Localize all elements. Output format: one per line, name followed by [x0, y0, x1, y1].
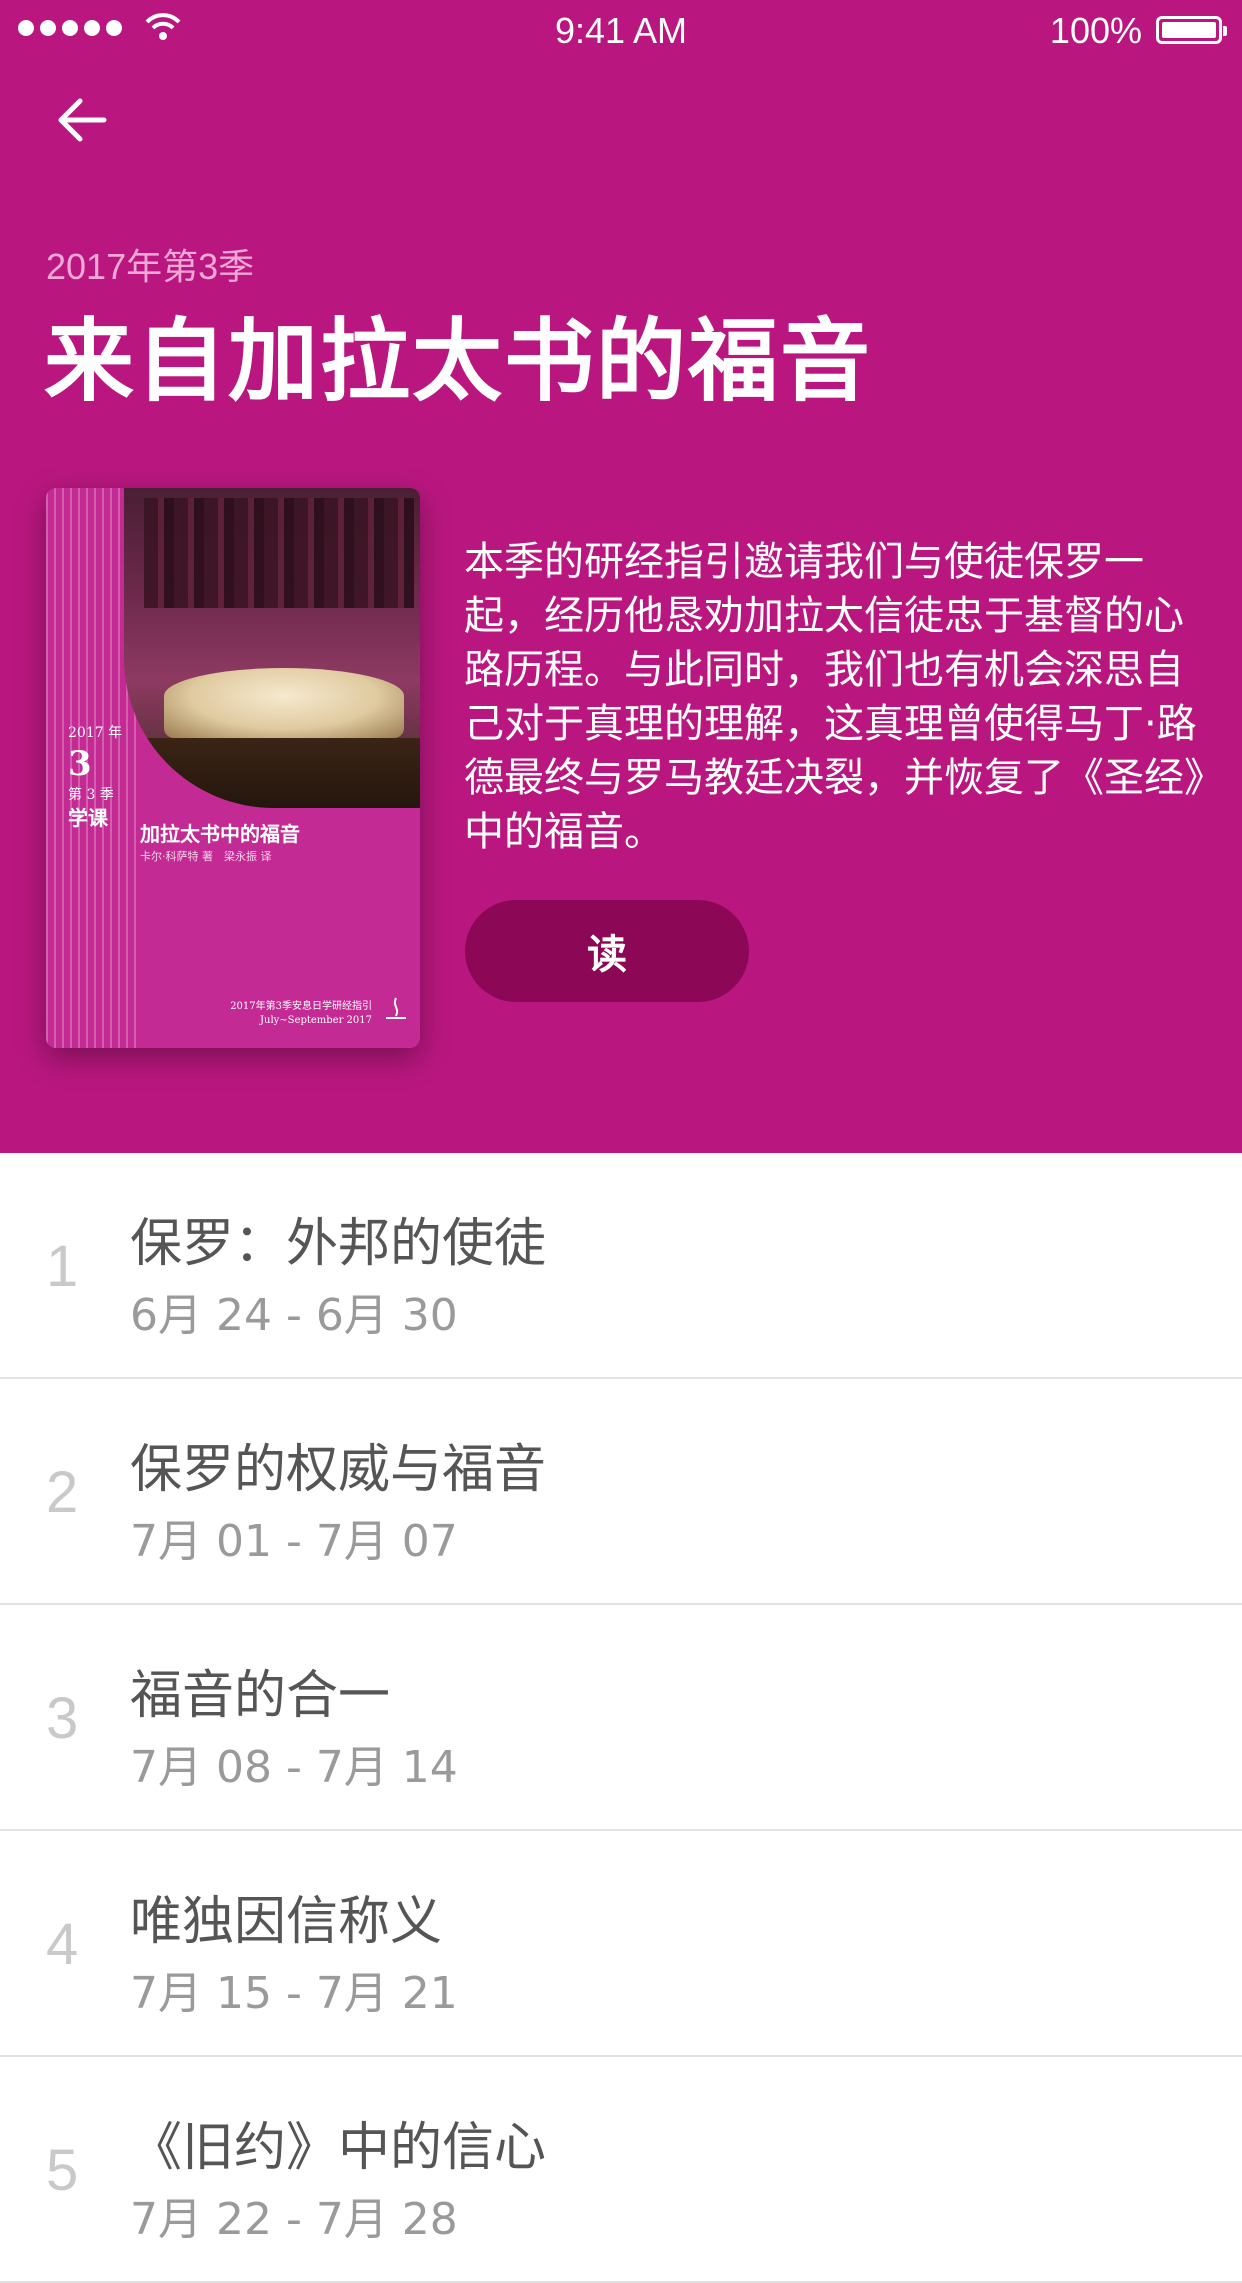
back-arrow-icon[interactable] — [52, 90, 112, 150]
lesson-number: 4 — [46, 1912, 79, 1977]
lesson-item[interactable]: 2 保罗的权威与福音 7月 01 - 7月 07 — [0, 1379, 1242, 1605]
lesson-dates: 7月 15 - 7月 21 — [130, 1968, 458, 2019]
lesson-number: 1 — [46, 1234, 79, 1299]
cover-footer-en: July~September 2017 — [260, 1015, 372, 1026]
cover-authors: 卡尔·科萨特 著 梁永振 译 — [140, 850, 272, 863]
lesson-item[interactable]: 3 福音的合一 7月 08 - 7月 14 — [0, 1605, 1242, 1831]
church-logo-icon — [386, 997, 406, 1019]
cover-photo — [124, 488, 420, 808]
cover-footer-cn: 2017年第3季安息日学研经指引 — [230, 1001, 372, 1012]
lesson-dates: 7月 22 - 7月 28 — [130, 2194, 458, 2245]
battery-icon — [1156, 16, 1227, 44]
quarter-label: 2017年第3季 — [46, 246, 255, 287]
lesson-title: 保罗：外邦的使徒 — [130, 1214, 547, 1274]
lesson-dates: 6月 24 - 6月 30 — [130, 1290, 458, 1341]
cover-tag-quarter: 第 3 季 — [68, 787, 114, 804]
cover-title: 加拉太书中的福音 — [140, 822, 300, 846]
lesson-number: 2 — [46, 1460, 79, 1525]
quarterly-cover-image: 2017 年 3 第 3 季 学课 加拉太书中的福音 卡尔·科萨特 著 梁永振 … — [46, 488, 420, 1048]
page-title: 来自加拉太书的福音 — [44, 309, 872, 414]
quarterly-description: 本季的研经指引邀请我们与使徒保罗一起，经历他恳劝加拉太信徒忠于基督的心路历程。与… — [464, 539, 1204, 855]
lesson-dates: 7月 08 - 7月 14 — [130, 1742, 458, 1793]
lesson-title: 福音的合一 — [130, 1666, 391, 1726]
lesson-number: 5 — [46, 2138, 79, 2203]
lesson-item[interactable]: 4 唯独因信称义 7月 15 - 7月 21 — [0, 1831, 1242, 2057]
cover-tag-year: 2017 年 — [68, 725, 123, 741]
lesson-list: 1 保罗：外邦的使徒 6月 24 - 6月 30 2 保罗的权威与福音 7月 0… — [0, 1153, 1242, 2283]
lesson-number: 3 — [46, 1686, 79, 1751]
lesson-dates: 7月 01 - 7月 07 — [130, 1516, 458, 1567]
lesson-title: 保罗的权威与福音 — [130, 1440, 547, 1500]
cover-footer: 2017年第3季安息日学研经指引 July~September 2017 — [230, 1000, 372, 1028]
read-button[interactable]: 读 — [465, 900, 749, 1002]
cover-tag-lesson: 学课 — [68, 805, 108, 830]
cover-tag-number: 3 — [68, 744, 92, 785]
quarterly-header: 9:41 AM 100% 2017年第3季 来自加拉太书的福音 2017 年 3… — [0, 0, 1242, 1153]
battery-percent: 100% — [1049, 10, 1142, 51]
lesson-item[interactable]: 5 《旧约》中的信心 7月 22 - 7月 28 — [0, 2057, 1242, 2283]
lesson-title: 唯独因信称义 — [130, 1892, 443, 1952]
cover-lesson-tag: 2017 年 3 第 3 季 学课 — [68, 724, 122, 831]
lesson-item[interactable]: 1 保罗：外邦的使徒 6月 24 - 6月 30 — [0, 1153, 1242, 1379]
status-bar: 9:41 AM 100% — [0, 0, 1242, 60]
lesson-title: 《旧约》中的信心 — [130, 2118, 547, 2178]
